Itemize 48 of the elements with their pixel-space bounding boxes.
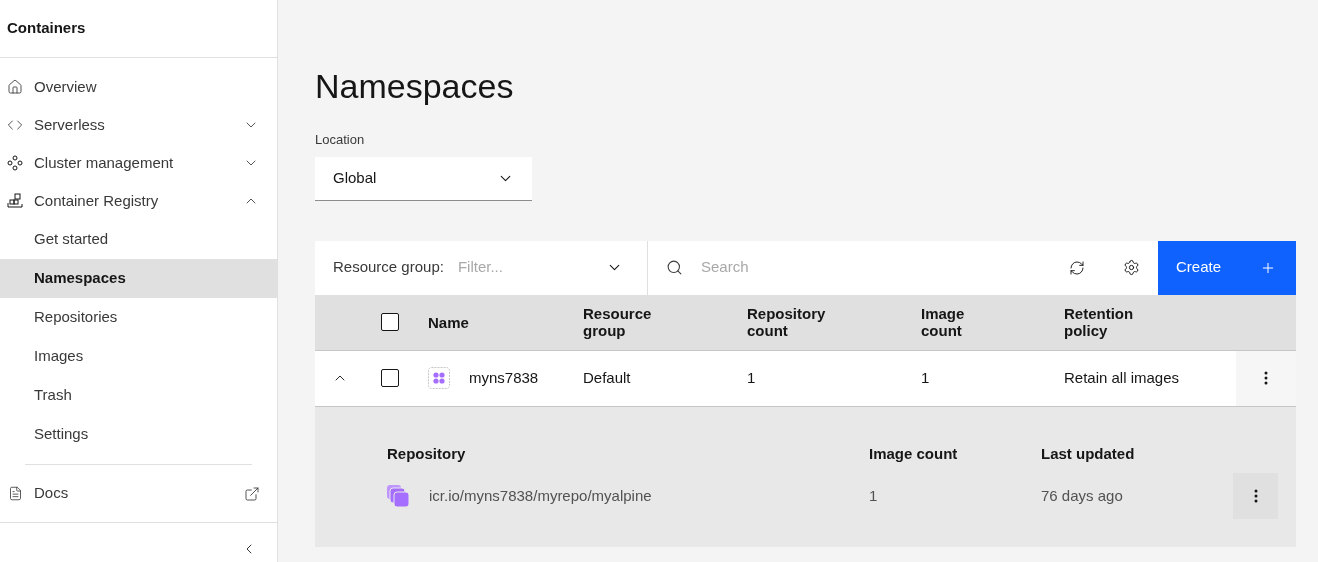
sidebar-item[interactable]: Overview: [0, 68, 277, 106]
column-header: Image count: [869, 444, 958, 462]
sidebar-item[interactable]: Repositories: [0, 298, 277, 337]
sidebar-item[interactable]: Images: [0, 337, 277, 376]
namespace-icon: [428, 367, 450, 389]
create-button[interactable]: Create: [1158, 240, 1296, 295]
sidebar-item[interactable]: Namespaces: [0, 259, 277, 298]
repository-icon: [387, 485, 410, 507]
sidebar-item[interactable]: Trash: [0, 376, 277, 415]
resource-group-filter[interactable]: Resource group: Filter...: [315, 240, 648, 295]
column-header[interactable]: Resource group: [583, 305, 663, 339]
table-cell-text: Default: [583, 367, 631, 388]
checkbox[interactable]: [381, 369, 399, 387]
cluster-icon: [7, 155, 23, 171]
home-icon: [7, 79, 23, 95]
registry-icon: [7, 193, 23, 209]
refresh-icon: [1069, 259, 1085, 276]
column-header[interactable]: Image count: [921, 305, 1001, 339]
column-header: Last updated: [1041, 444, 1135, 462]
table-cell-text: myns7838: [469, 367, 539, 388]
sidebar-item[interactable]: Container Registry: [0, 182, 277, 220]
table-cell-text: Retain all images: [1064, 367, 1180, 388]
docs-link[interactable]: Docs: [0, 465, 277, 523]
sidebar-item[interactable]: Settings: [0, 415, 277, 454]
overflow-menu-icon: [1253, 489, 1258, 503]
external-link-icon: [244, 485, 260, 502]
table-cell-text: 1: [747, 367, 756, 388]
table-cell-text: 1: [921, 367, 930, 388]
sidebar-title: Containers: [7, 18, 86, 39]
location-dropdown[interactable]: Global: [315, 156, 532, 201]
page-title: Namespaces: [315, 66, 515, 107]
column-header[interactable]: Name: [428, 313, 508, 331]
sidebar-item[interactable]: Get started: [0, 220, 277, 259]
search-icon: [666, 259, 683, 276]
document-icon: [8, 486, 23, 501]
sidebar-item[interactable]: Cluster management: [0, 144, 277, 182]
checkbox[interactable]: [381, 313, 399, 331]
column-header[interactable]: Repository count: [747, 305, 827, 339]
table-cell-text: 76 days ago: [1041, 485, 1123, 506]
table-cell-text: 1: [869, 485, 878, 506]
column-header: Repository: [387, 444, 466, 462]
code-icon: [7, 117, 23, 133]
table-cell-text: icr.io/myns7838/myrepo/myalpine: [429, 485, 652, 506]
location-label: Location: [315, 131, 365, 149]
column-header[interactable]: Retention policy: [1064, 305, 1144, 339]
settings-icon: [1122, 259, 1140, 276]
sidebar-item[interactable]: Serverless: [0, 106, 277, 144]
overflow-menu-icon[interactable]: [1264, 371, 1268, 385]
